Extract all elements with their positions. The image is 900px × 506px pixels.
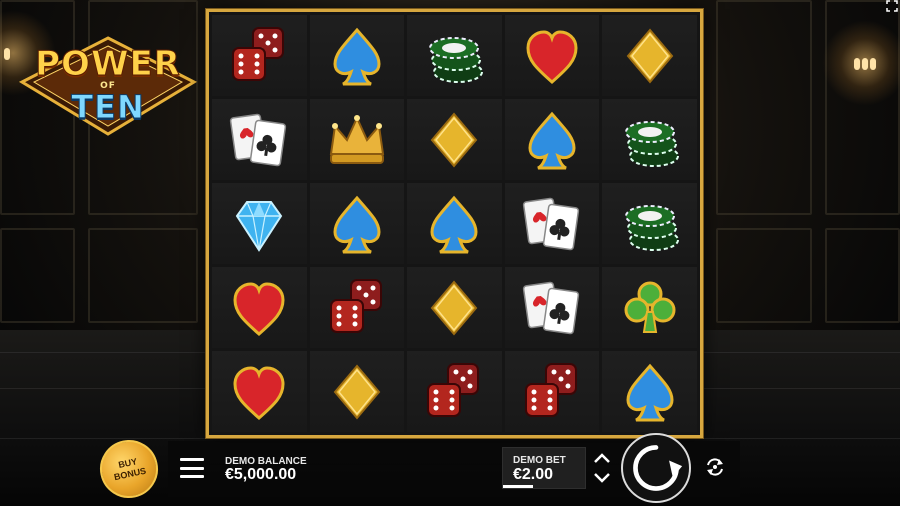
balance-value: €5,000.00 xyxy=(225,466,297,483)
heart-symbol-icon xyxy=(526,29,578,84)
heart-symbol-icon xyxy=(233,365,285,420)
reel-cell xyxy=(407,99,502,180)
spade-symbol-icon xyxy=(528,111,576,169)
reel-cell xyxy=(407,351,502,432)
gem-symbol-icon xyxy=(236,200,283,252)
reel-cell xyxy=(212,267,307,348)
bet-up-icon[interactable] xyxy=(594,453,610,463)
spade-symbol-icon xyxy=(626,363,674,421)
logo-word-ten: TEN xyxy=(71,88,145,127)
heart-symbol-icon xyxy=(233,281,285,336)
fullscreen-icon[interactable] xyxy=(886,0,898,12)
bet-stepper xyxy=(588,449,616,487)
reel-cell xyxy=(309,267,405,348)
reel-cell xyxy=(407,183,502,264)
chips-symbol-icon xyxy=(624,204,679,251)
spade-symbol-icon xyxy=(333,27,381,85)
game-logo: POWER OF TEN xyxy=(18,36,198,136)
dice-symbol-icon xyxy=(525,362,578,417)
bet-down-icon[interactable] xyxy=(594,473,610,483)
spin-icon xyxy=(633,445,683,491)
reel-cell xyxy=(309,15,405,96)
reel-cell xyxy=(504,267,600,348)
wall-panel xyxy=(825,228,900,323)
reel-grid xyxy=(212,15,697,432)
bet-display[interactable]: DEMO BET €2.00 xyxy=(502,447,586,489)
reel-cell xyxy=(309,183,405,264)
logo-word-power: POWER xyxy=(35,44,181,85)
reel-cell xyxy=(212,99,307,180)
dice-symbol-icon xyxy=(427,362,480,417)
spade-symbol-icon xyxy=(333,195,381,253)
reel-cell xyxy=(602,99,697,180)
wall-panel xyxy=(88,228,198,323)
menu-icon[interactable] xyxy=(180,458,204,478)
diamond-symbol-icon xyxy=(333,363,381,420)
dice-symbol-icon xyxy=(329,278,382,333)
reel-cell xyxy=(309,351,405,432)
diamond-symbol-icon xyxy=(431,111,478,168)
wall-panel xyxy=(716,228,812,323)
cards-symbol-icon xyxy=(522,197,580,250)
autoplay-icon[interactable] xyxy=(704,456,726,478)
club-symbol-icon xyxy=(624,281,676,333)
reel-cell xyxy=(212,15,307,96)
reel-cell xyxy=(504,99,600,180)
spade-symbol-icon xyxy=(430,195,478,253)
diamond-symbol-icon xyxy=(431,279,478,336)
reel-cell xyxy=(407,15,502,96)
reel-cell xyxy=(504,15,600,96)
spin-button[interactable] xyxy=(621,433,691,503)
reel-cell xyxy=(212,351,307,432)
reel-cell xyxy=(212,183,307,264)
reel-cell xyxy=(602,183,697,264)
wall-panel xyxy=(716,0,812,215)
cards-symbol-icon xyxy=(522,281,580,334)
reel-grid-frame xyxy=(206,9,703,438)
wall-panel xyxy=(0,228,75,323)
bet-underline xyxy=(503,485,533,488)
bet-label: DEMO BET xyxy=(513,455,566,466)
wall-sconce-right xyxy=(822,20,900,106)
reel-cell xyxy=(504,351,600,432)
reel-cell xyxy=(602,351,697,432)
reel-cell xyxy=(602,15,697,96)
crown-symbol-icon xyxy=(329,114,385,164)
chips-symbol-icon xyxy=(429,36,484,83)
chips-symbol-icon xyxy=(624,120,679,167)
bet-value: €2.00 xyxy=(513,466,554,483)
cards-symbol-icon xyxy=(230,113,287,166)
reel-cell xyxy=(602,267,697,348)
reel-cell xyxy=(407,267,502,348)
diamond-symbol-icon xyxy=(626,27,673,84)
reel-cell xyxy=(309,99,405,180)
dice-symbol-icon xyxy=(232,26,285,81)
reel-cell xyxy=(504,183,600,264)
